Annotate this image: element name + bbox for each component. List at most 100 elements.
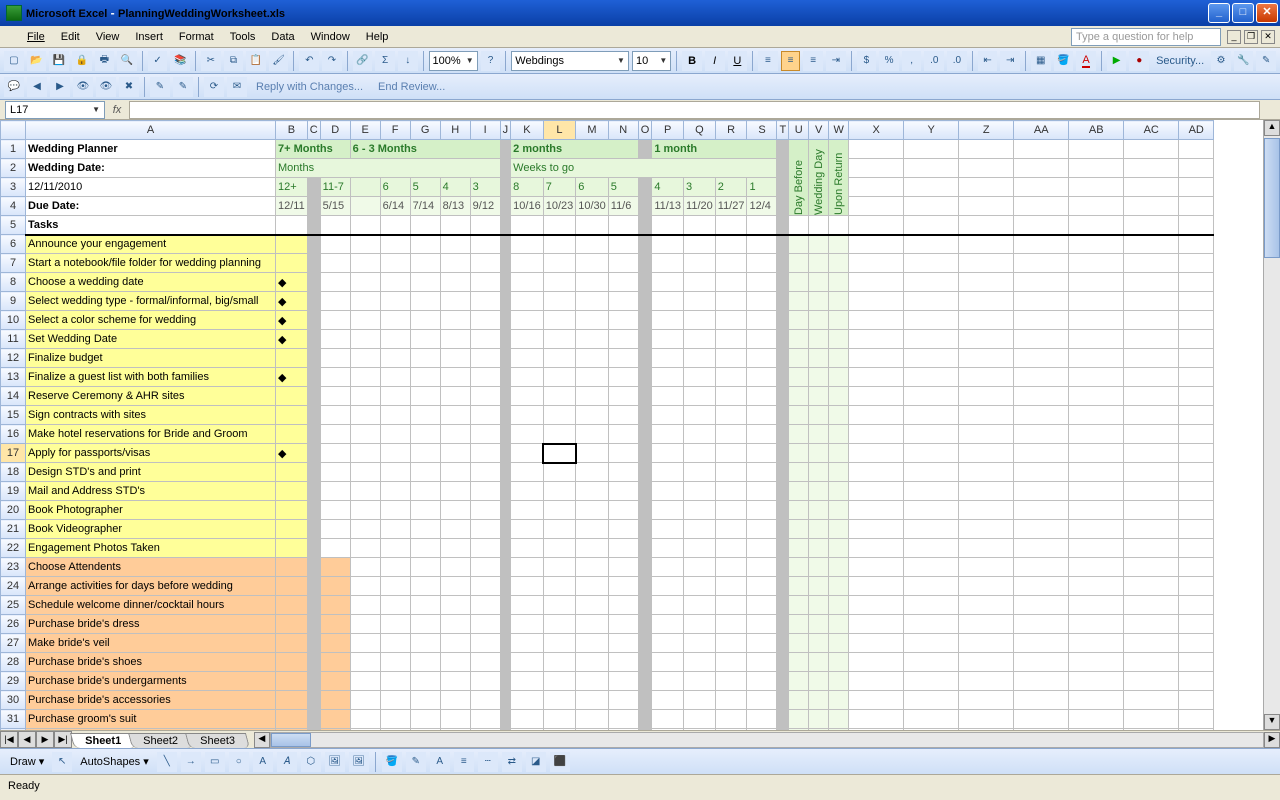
cell-U14[interactable] <box>789 387 809 406</box>
cell-I23[interactable] <box>470 558 500 577</box>
cell-P25[interactable] <box>652 596 684 615</box>
cell-T22[interactable] <box>777 539 789 558</box>
cell-AC31[interactable] <box>1124 710 1179 729</box>
cell-D3[interactable]: 11-7 <box>320 178 350 197</box>
spelling-icon[interactable]: ✓ <box>148 51 168 71</box>
cell-V11[interactable] <box>809 330 829 349</box>
cell-D19[interactable] <box>320 482 350 501</box>
cell-M13[interactable] <box>576 368 609 387</box>
row-header-4[interactable]: 4 <box>1 197 26 216</box>
cell-H25[interactable] <box>440 596 470 615</box>
cell-C17[interactable] <box>307 444 320 463</box>
cell-AA32[interactable] <box>1014 729 1069 731</box>
prev-comment-icon[interactable]: ◀ <box>27 77 47 97</box>
cell-V21[interactable] <box>809 520 829 539</box>
cell-G23[interactable] <box>410 558 440 577</box>
align-left-icon[interactable]: ≡ <box>758 51 778 71</box>
cell-X28[interactable] <box>849 653 904 672</box>
cell-T4[interactable] <box>777 197 789 216</box>
cell-T18[interactable] <box>777 463 789 482</box>
cell-AD27[interactable] <box>1179 634 1214 653</box>
cell-Y10[interactable] <box>904 311 959 330</box>
cell-AB11[interactable] <box>1069 330 1124 349</box>
row-header-14[interactable]: 14 <box>1 387 26 406</box>
cell-Z22[interactable] <box>959 539 1014 558</box>
cell-E17[interactable] <box>350 444 380 463</box>
cell-T29[interactable] <box>777 672 789 691</box>
cell-Z11[interactable] <box>959 330 1014 349</box>
cell-X19[interactable] <box>849 482 904 501</box>
cell-D14[interactable] <box>320 387 350 406</box>
cell-K23[interactable] <box>511 558 544 577</box>
cell-N23[interactable] <box>608 558 638 577</box>
send-mail-icon[interactable]: ✉ <box>227 77 247 97</box>
cell-T11[interactable] <box>777 330 789 349</box>
cell-AA7[interactable] <box>1014 254 1069 273</box>
cell-Y19[interactable] <box>904 482 959 501</box>
cell-J11[interactable] <box>500 330 511 349</box>
line-color-icon[interactable]: ✎ <box>406 752 426 772</box>
cell-G12[interactable] <box>410 349 440 368</box>
cell-Z32[interactable] <box>959 729 1014 731</box>
row-header-11[interactable]: 11 <box>1 330 26 349</box>
cell-M9[interactable] <box>576 292 609 311</box>
cell-Q28[interactable] <box>684 653 716 672</box>
cell-O4[interactable] <box>638 197 652 216</box>
cell-K28[interactable] <box>511 653 544 672</box>
cell-D6[interactable] <box>320 235 350 254</box>
cell-N19[interactable] <box>608 482 638 501</box>
cell-K12[interactable] <box>511 349 544 368</box>
cell-Z25[interactable] <box>959 596 1014 615</box>
cell-C20[interactable] <box>307 501 320 520</box>
cell-N21[interactable] <box>608 520 638 539</box>
task-9[interactable]: Select wedding type - formal/informal, b… <box>26 292 276 311</box>
cell-AB18[interactable] <box>1069 463 1124 482</box>
task-15[interactable]: Sign contracts with sites <box>26 406 276 425</box>
cell-V25[interactable] <box>809 596 829 615</box>
col-header-F[interactable]: F <box>380 121 410 140</box>
cell-J4[interactable] <box>500 197 511 216</box>
cell-Q12[interactable] <box>684 349 716 368</box>
cell-Q4[interactable]: 11/20 <box>684 197 716 216</box>
cell-W21[interactable] <box>829 520 849 539</box>
open-icon[interactable]: 📂 <box>27 51 47 71</box>
col-header-G[interactable]: G <box>410 121 440 140</box>
cell-AB22[interactable] <box>1069 539 1124 558</box>
cell-N14[interactable] <box>608 387 638 406</box>
cell-S24[interactable] <box>747 577 777 596</box>
cell-O11[interactable] <box>638 330 652 349</box>
font-name-combo[interactable]: Webdings▼ <box>511 51 629 71</box>
cell-W19[interactable] <box>829 482 849 501</box>
cell-N15[interactable] <box>608 406 638 425</box>
cell-B22[interactable] <box>276 539 308 558</box>
col-header-S[interactable]: S <box>747 121 777 140</box>
cell-AD16[interactable] <box>1179 425 1214 444</box>
task-21[interactable]: Book Videographer <box>26 520 276 539</box>
decrease-indent-icon[interactable]: ⇤ <box>978 51 998 71</box>
cell-M18[interactable] <box>576 463 609 482</box>
toolbox-icon[interactable]: 🔧 <box>1234 51 1254 71</box>
cell-P32[interactable] <box>652 729 684 731</box>
group-1m[interactable]: 1 month <box>652 140 777 159</box>
cell-L11[interactable] <box>543 330 576 349</box>
cell-P12[interactable] <box>652 349 684 368</box>
cell-R22[interactable] <box>715 539 747 558</box>
cell-J22[interactable] <box>500 539 511 558</box>
cell-T8[interactable] <box>777 273 789 292</box>
cell-X17[interactable] <box>849 444 904 463</box>
cell-AB23[interactable] <box>1069 558 1124 577</box>
cell-F9[interactable] <box>380 292 410 311</box>
cell-Q31[interactable] <box>684 710 716 729</box>
cell-K11[interactable] <box>511 330 544 349</box>
row-header-19[interactable]: 19 <box>1 482 26 501</box>
cell-L30[interactable] <box>543 691 576 710</box>
cell-F18[interactable] <box>380 463 410 482</box>
cell-E22[interactable] <box>350 539 380 558</box>
cell-X12[interactable] <box>849 349 904 368</box>
cell-Q14[interactable] <box>684 387 716 406</box>
cell-X9[interactable] <box>849 292 904 311</box>
cell-AD30[interactable] <box>1179 691 1214 710</box>
cell-W8[interactable] <box>829 273 849 292</box>
cell-V9[interactable] <box>809 292 829 311</box>
cell-J20[interactable] <box>500 501 511 520</box>
